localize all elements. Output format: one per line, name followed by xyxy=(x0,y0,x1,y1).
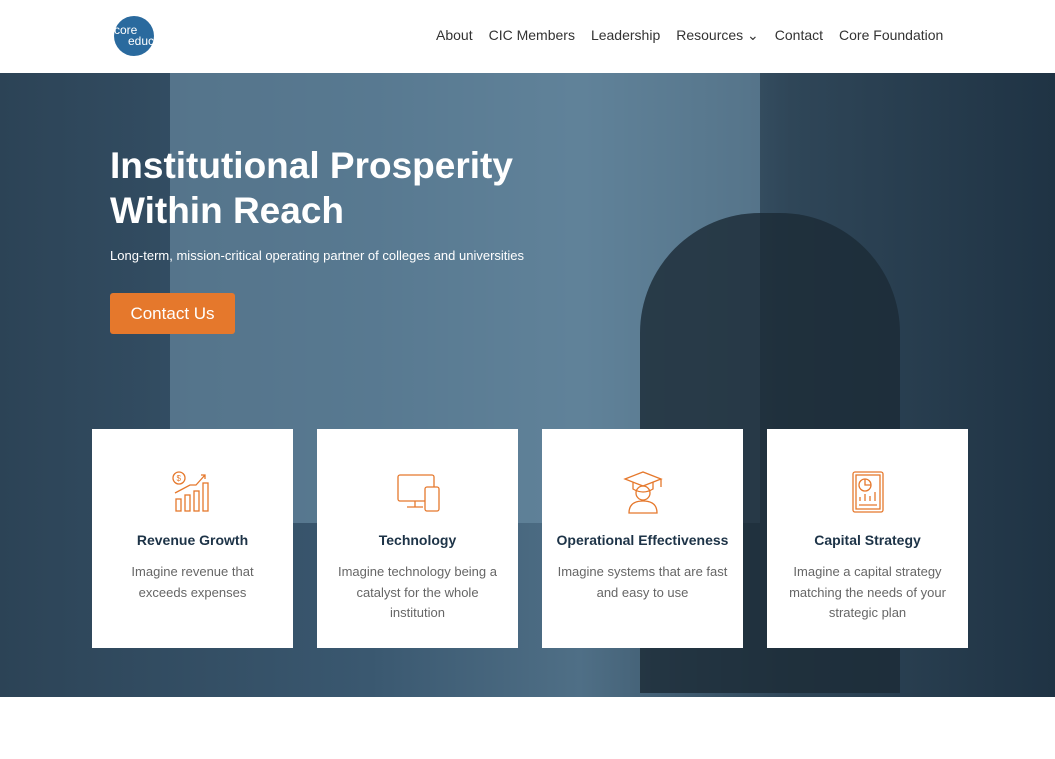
feature-cards: $ Revenue Growth Imagine revenue that exc… xyxy=(92,429,968,648)
nav-cic-members[interactable]: CIC Members xyxy=(489,27,575,44)
hero-subtitle: Long-term, mission-critical operating pa… xyxy=(110,248,525,263)
graduate-icon xyxy=(622,471,663,514)
report-icon xyxy=(851,471,884,513)
card-revenue-growth[interactable]: $ Revenue Growth Imagine revenue that exc… xyxy=(92,429,293,648)
revenue-growth-icon: $ xyxy=(171,471,209,512)
nav-contact[interactable]: Contact xyxy=(775,27,823,44)
card-capital-strategy[interactable]: Capital Strategy Imagine a capital strate… xyxy=(767,429,968,648)
site-header: core education About CIC Members Leadersh… xyxy=(0,0,1055,73)
contact-us-button[interactable]: Contact Us xyxy=(110,293,235,334)
svg-text:$: $ xyxy=(176,474,181,483)
main-nav: About CIC Members Leadership Resources ⌄… xyxy=(436,27,943,44)
hero-title: Institutional Prosperity Within Reach xyxy=(110,145,513,231)
nav-about[interactable]: About xyxy=(436,27,473,44)
nav-core-foundation[interactable]: Core Foundation xyxy=(839,27,943,44)
card-operational-effectiveness[interactable]: Operational Effectiveness Imagine systems… xyxy=(542,429,743,648)
logo[interactable]: core education xyxy=(114,16,180,56)
nav-leadership[interactable]: Leadership xyxy=(591,27,660,44)
nav-resources[interactable]: Resources ⌄ xyxy=(676,27,759,44)
devices-icon xyxy=(396,474,440,512)
card-technology[interactable]: Technology Imagine technology being a cat… xyxy=(317,429,518,648)
